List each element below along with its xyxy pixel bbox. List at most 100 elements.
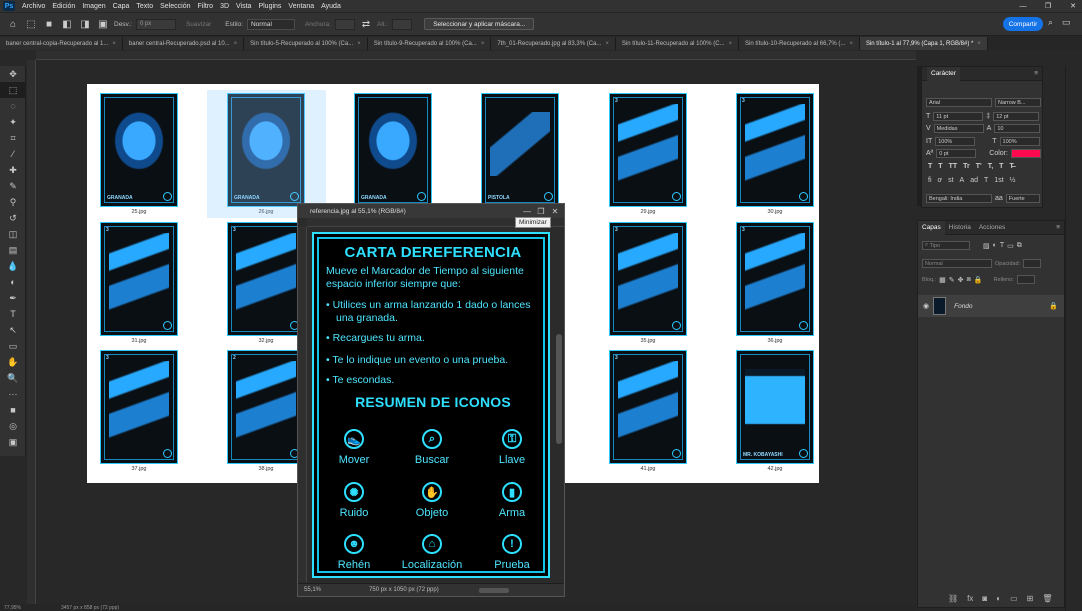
type-style-button[interactable]: T̶ <box>1009 163 1013 170</box>
brush-icon[interactable]: ✎ <box>0 178 26 194</box>
layer-row-fondo[interactable]: ◉ Fondo 🔒 <box>918 295 1064 317</box>
tab-baner-central-copia[interactable]: baner central-copia-Recuperado al 1... × <box>0 37 123 50</box>
lock-move-icon[interactable]: ✥ <box>958 276 964 284</box>
opentype-button[interactable]: st <box>948 177 953 184</box>
tab-sin-titulo-10[interactable]: Sin título-10-Recuperado al 66,7% (... × <box>739 37 860 50</box>
eraser-icon[interactable]: ◫ <box>0 226 26 242</box>
window-maximize-button[interactable]: ❐ <box>1039 2 1057 10</box>
panel-menu-icon[interactable]: ≡ <box>1034 70 1038 77</box>
menu-imagen[interactable]: Imagen <box>82 3 105 10</box>
opentype-button[interactable]: fi <box>928 177 932 184</box>
zoom-icon[interactable]: 🔍 <box>0 370 26 386</box>
magic-wand-icon[interactable]: ✦ <box>0 114 26 130</box>
type-style-button[interactable]: T <box>928 163 932 170</box>
path-select-icon[interactable]: ↖ <box>0 322 26 338</box>
leading-input[interactable]: 12 pt <box>993 112 1040 121</box>
opentype-button[interactable]: ad <box>970 177 978 184</box>
tab-sin-titulo-1-active[interactable]: Sin título-1 al 77,9% (Capa 1, RGB/8#) *… <box>859 37 988 50</box>
new-selection-icon[interactable]: ■ <box>42 17 56 31</box>
healing-brush-icon[interactable]: ✚ <box>0 162 26 178</box>
fw-minimize-button[interactable]: — <box>522 206 532 216</box>
subtract-selection-icon[interactable]: ◨ <box>78 17 92 31</box>
menu-capa[interactable]: Capa <box>113 3 130 10</box>
feather-input[interactable]: 0 px <box>135 18 176 30</box>
history-brush-icon[interactable]: ↺ <box>0 210 26 226</box>
eyedropper-icon[interactable]: ⁄ <box>0 146 26 162</box>
menu-3d[interactable]: 3D <box>220 3 229 10</box>
opentype-button[interactable]: ½ <box>1010 177 1016 184</box>
font-family-select[interactable]: Arial <box>926 98 992 107</box>
reference-window-titlebar[interactable]: referencia.jpg al 55,1% (RGB/8#) — ❐ ✕ <box>298 204 564 218</box>
menu-texto[interactable]: Texto <box>136 3 153 10</box>
language-select[interactable]: Bengali: India <box>926 194 992 203</box>
type-style-button[interactable]: TT <box>949 163 958 170</box>
move-icon[interactable]: ✥ <box>0 66 26 82</box>
lock-paint-icon[interactable]: ✎ <box>949 276 955 284</box>
lock-all-icon[interactable]: 🔒 <box>974 276 983 284</box>
vertical-scale-input[interactable]: 100% <box>935 137 976 146</box>
lock-artboard-icon[interactable]: ⧈ <box>966 276 970 284</box>
panel-menu-icon[interactable]: ≡ <box>1056 224 1060 231</box>
add-selection-icon[interactable]: ◧ <box>60 17 74 31</box>
window-close-button[interactable]: ✕ <box>1064 2 1082 10</box>
tab-baner-central[interactable]: baner central-Recuperado.psd al 10... × <box>122 37 245 50</box>
lasso-icon[interactable]: ◌ <box>0 98 26 114</box>
zoom-level[interactable]: 77,95% <box>4 605 21 611</box>
tab-close-icon[interactable]: × <box>729 41 733 47</box>
tab-acciones[interactable]: Acciones <box>975 221 1009 235</box>
link-layers-icon[interactable]: ⛓ <box>948 594 958 603</box>
opentype-button[interactable]: 1st <box>994 177 1003 184</box>
type-icon[interactable]: T <box>0 306 26 322</box>
menu-filtro[interactable]: Filtro <box>198 3 214 10</box>
menu-ventana[interactable]: Ventana <box>288 3 314 10</box>
filter-smart-icon[interactable]: ⧉ <box>1017 242 1022 250</box>
antialias-select[interactable]: Fuerte <box>1005 194 1040 203</box>
type-style-button[interactable]: Tr <box>963 163 970 170</box>
tab-sin-titulo-5[interactable]: Sin título-5-Recuperado al 100% (Ca... × <box>244 37 368 50</box>
menu-seleccion[interactable]: Selección <box>160 3 190 10</box>
tab-historia[interactable]: Historia <box>945 221 975 235</box>
home-icon[interactable]: ⌂ <box>6 17 20 31</box>
filter-shape-icon[interactable]: ▭ <box>1007 242 1014 250</box>
opentype-button[interactable]: T <box>984 177 988 184</box>
workspace-icon[interactable]: ▭ <box>1062 17 1071 28</box>
horizontal-scale-input[interactable]: 100% <box>999 137 1040 146</box>
lock-pixels-icon[interactable]: ▦ <box>939 276 946 284</box>
width-input[interactable] <box>334 18 355 30</box>
filter-pixel-icon[interactable]: ▨ <box>983 242 990 250</box>
type-style-button[interactable]: T, <box>988 163 993 170</box>
tab-caracter[interactable]: Carácter <box>927 66 960 81</box>
antialias-checkbox[interactable]: Suavizar <box>186 21 211 28</box>
tab-sin-titulo-11[interactable]: Sin título-11-Recuperado al 100% (C... × <box>615 37 740 50</box>
blend-mode-select[interactable]: Normal <box>922 259 992 268</box>
screen-mode-icon[interactable]: ▣ <box>0 434 26 450</box>
fill-input[interactable] <box>1016 275 1035 284</box>
menu-edicion[interactable]: Edición <box>52 3 75 10</box>
kerning-select[interactable]: Medidas <box>933 124 984 133</box>
blur-icon[interactable]: 💧 <box>0 258 26 274</box>
new-layer-icon[interactable]: ⊞ <box>1027 594 1034 603</box>
fw-close-button[interactable]: ✕ <box>550 206 560 216</box>
tab-close-icon[interactable]: × <box>605 41 609 47</box>
filter-type-icon[interactable]: T <box>1000 242 1004 249</box>
select-and-mask-button[interactable]: Seleccionar y aplicar máscara... <box>424 18 535 30</box>
menu-plugins[interactable]: Plugins <box>258 3 281 10</box>
gradient-icon[interactable]: ▤ <box>0 242 26 258</box>
type-style-button[interactable]: T' <box>976 163 982 170</box>
pen-icon[interactable]: ✒ <box>0 290 26 306</box>
opentype-button[interactable]: ơ <box>938 177 943 184</box>
filter-adjust-icon[interactable]: ◐ <box>993 242 997 249</box>
share-button[interactable]: Compartir <box>1003 17 1043 31</box>
marquee-preset-icon[interactable]: ⬚ <box>24 17 38 31</box>
tab-close-icon[interactable]: × <box>112 41 116 47</box>
quick-mask-icon[interactable]: ◎ <box>0 418 26 434</box>
color-swatches-icon[interactable]: ■ <box>0 402 26 418</box>
stamp-icon[interactable]: ⚲ <box>0 194 26 210</box>
delete-layer-icon[interactable]: 🗑 <box>1042 594 1052 603</box>
tab-sin-titulo-9[interactable]: Sin título-9-Recuperado al 100% (Ca... × <box>367 37 492 50</box>
layer-filter-search[interactable]: ⌕ Tipo <box>922 241 970 250</box>
visibility-eye-icon[interactable]: ◉ <box>923 302 929 310</box>
shape-icon[interactable]: ▭ <box>0 338 26 354</box>
tab-capas[interactable]: Capas <box>918 220 945 235</box>
text-color-swatch[interactable] <box>1010 149 1041 158</box>
